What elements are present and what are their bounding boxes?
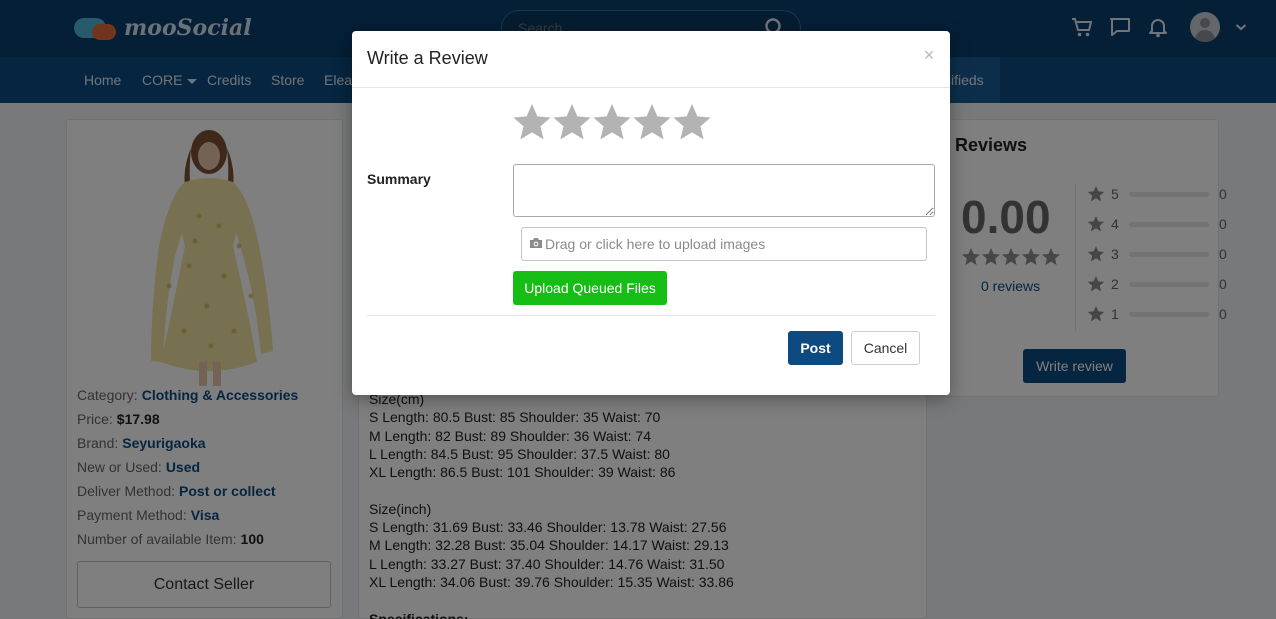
upload-queued-files-button[interactable]: Upload Queued Files: [513, 271, 667, 305]
star-rating-input: [512, 103, 712, 143]
summary-label: Summary: [367, 171, 431, 187]
image-upload-dropzone[interactable]: Drag or click here to upload images: [521, 227, 927, 261]
divider: [352, 87, 950, 88]
modal-title: Write a Review: [367, 48, 488, 68]
write-review-modal: Write a Review × Summary Drag or click h…: [352, 31, 950, 395]
star-1-icon[interactable]: [512, 103, 552, 143]
post-button[interactable]: Post: [788, 331, 843, 365]
summary-textarea[interactable]: [513, 164, 935, 217]
cancel-button[interactable]: Cancel: [851, 331, 920, 365]
camera-icon: [529, 236, 543, 252]
star-5-icon[interactable]: [672, 103, 712, 143]
star-2-icon[interactable]: [552, 103, 592, 143]
star-3-icon[interactable]: [592, 103, 632, 143]
star-4-icon[interactable]: [632, 103, 672, 143]
upload-hint: Drag or click here to upload images: [545, 236, 766, 252]
divider: [367, 315, 935, 316]
close-icon[interactable]: ×: [922, 45, 936, 65]
